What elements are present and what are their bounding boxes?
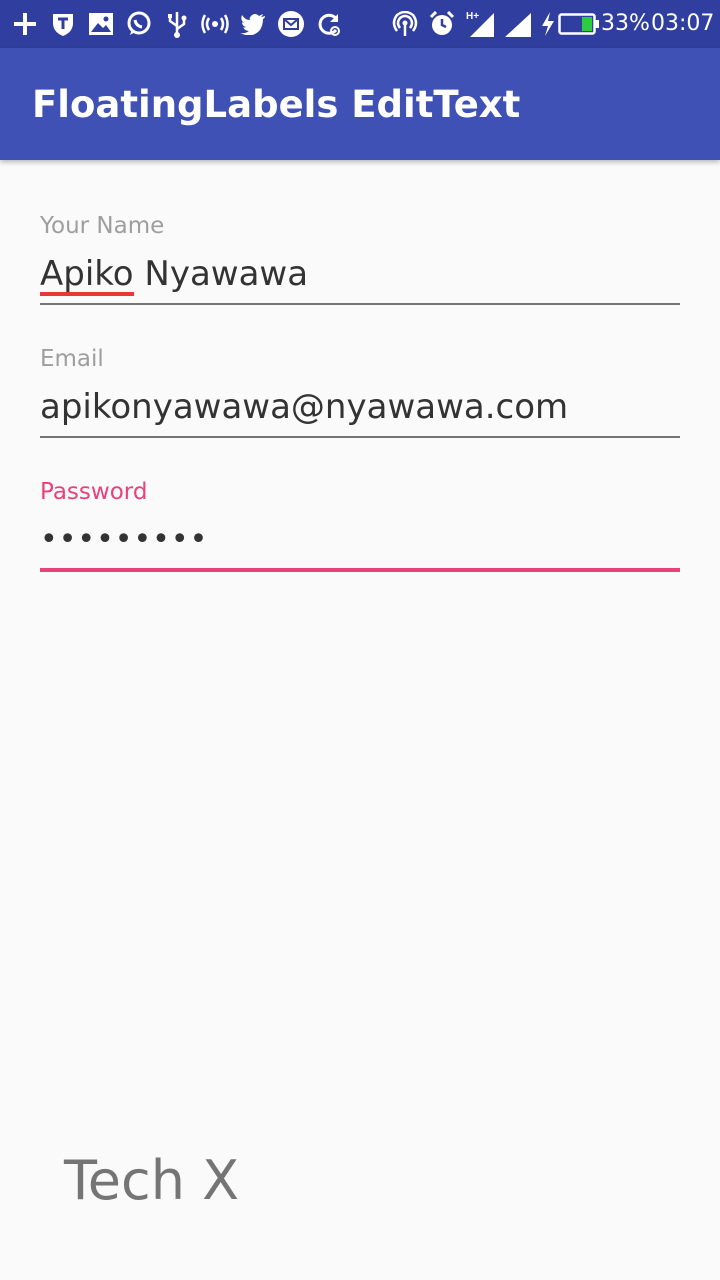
battery-icon (558, 10, 600, 38)
charging-icon (538, 10, 558, 38)
spellcheck-word: Apiko (40, 254, 134, 296)
name-underline (40, 303, 680, 305)
name-field[interactable]: Your Name Apiko Nyawawa (40, 212, 680, 305)
whatsapp-icon (125, 10, 153, 38)
sync-icon (315, 10, 343, 38)
mail-icon (277, 10, 305, 38)
wireless-icon (391, 10, 419, 38)
password-label: Password (40, 479, 148, 505)
usb-icon (163, 10, 191, 38)
plus-icon (11, 10, 39, 38)
clock: 03:07 (651, 11, 715, 36)
status-bar: H+ 33% 03:07 (0, 0, 720, 48)
hotspot-icon (201, 10, 229, 38)
app-title: FloatingLabels EditText (32, 83, 521, 126)
name-input[interactable]: Apiko Nyawawa (40, 252, 680, 296)
signal-icon (503, 10, 533, 38)
alarm-icon (428, 10, 456, 38)
shield-icon (49, 10, 77, 38)
name-label: Your Name (40, 213, 165, 239)
app-bar: FloatingLabels EditText (0, 48, 720, 160)
email-underline (40, 436, 680, 438)
name-value-rest: Nyawawa (133, 254, 309, 294)
password-field[interactable]: Password ••••••••• (40, 478, 680, 572)
password-underline (40, 568, 680, 572)
battery-percent: 33% (601, 11, 650, 36)
email-label: Email (40, 346, 104, 372)
email-field[interactable]: Email apikonyawawa@nyawawa.com (40, 345, 680, 438)
password-input[interactable]: ••••••••• (40, 518, 680, 562)
twitter-icon (239, 10, 267, 38)
signal-icon: H+ (466, 10, 498, 38)
svg-text:H+: H+ (466, 11, 479, 22)
footer-text: Tech X (64, 1149, 240, 1212)
image-icon (87, 10, 115, 38)
email-input[interactable]: apikonyawawa@nyawawa.com (40, 385, 680, 429)
